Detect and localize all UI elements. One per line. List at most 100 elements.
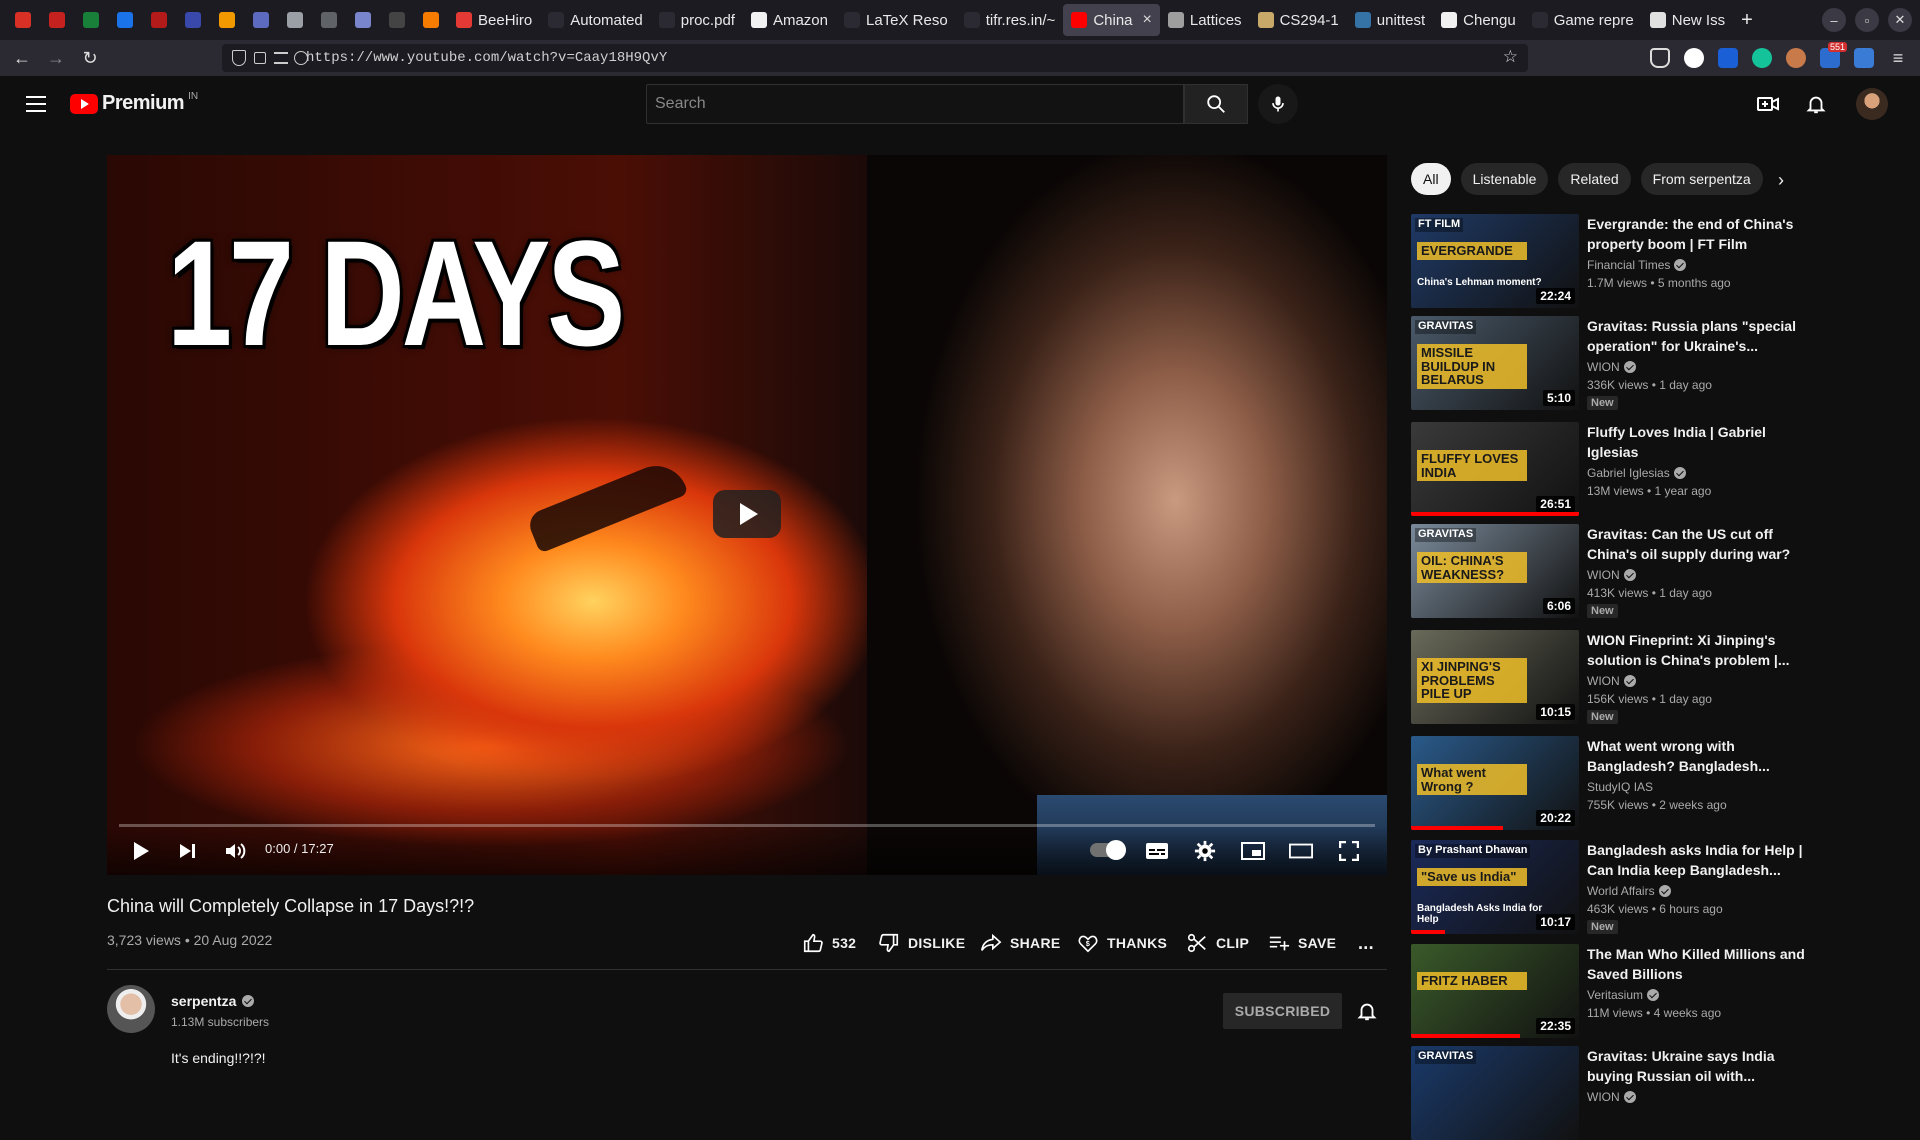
extension-shield-icon[interactable] xyxy=(1718,48,1738,68)
subscribe-button[interactable]: SUBSCRIBED xyxy=(1223,993,1342,1029)
large-play-button[interactable] xyxy=(713,490,781,538)
url-text[interactable]: https://www.youtube.com/watch?v=Caay18H9… xyxy=(306,50,667,66)
extension-avatar-icon[interactable] xyxy=(1786,48,1806,68)
recommended-video[interactable]: FRITZ HABER 22:35 The Man Who Killed Mill… xyxy=(1411,944,1811,1038)
pocket-icon[interactable] xyxy=(1650,48,1670,68)
minimize-window-button[interactable]: – xyxy=(1822,8,1846,32)
search-input[interactable]: Search xyxy=(646,84,1184,124)
filter-chip[interactable]: From serpentza xyxy=(1640,163,1763,195)
search-button[interactable] xyxy=(1184,84,1248,124)
guide-menu-icon[interactable] xyxy=(24,92,48,116)
browser-tab[interactable] xyxy=(244,4,278,36)
recommended-thumbnail[interactable]: FLUFFY LOVES INDIA 26:51 xyxy=(1411,422,1579,516)
grammarly-icon[interactable] xyxy=(1752,48,1772,68)
recommended-video[interactable]: FLUFFY LOVES INDIA 26:51 Fluffy Loves Ind… xyxy=(1411,422,1811,516)
recommended-title[interactable]: WION Fineprint: Xi Jinping's solution is… xyxy=(1587,630,1811,670)
tab-close-icon[interactable]: × xyxy=(1143,11,1152,29)
recommended-title[interactable]: Gravitas: Russia plans "special operatio… xyxy=(1587,316,1811,356)
autoplay-toggle[interactable] xyxy=(1090,840,1126,860)
recommended-title[interactable]: The Man Who Killed Millions and Saved Bi… xyxy=(1587,944,1811,984)
browser-tab[interactable]: proc.pdf xyxy=(651,4,743,36)
channel-avatar[interactable] xyxy=(107,985,155,1033)
browser-tab[interactable] xyxy=(142,4,176,36)
recommended-thumbnail[interactable]: XI JINPING'S PROBLEMS PILE UP 10:15 xyxy=(1411,630,1579,724)
app-menu-icon[interactable]: ≡ xyxy=(1886,46,1910,70)
like-button[interactable]: 532 xyxy=(802,930,856,956)
restore-window-button[interactable]: ▫ xyxy=(1855,8,1879,32)
back-icon[interactable]: ← xyxy=(10,46,34,70)
browser-tab[interactable]: BeeHiro xyxy=(448,4,540,36)
browser-tab[interactable] xyxy=(210,4,244,36)
extension-screen-icon[interactable] xyxy=(1854,48,1874,68)
recommended-video[interactable]: GRAVITAS MISSILE BUILDUP IN BELARUS 5:10 G… xyxy=(1411,316,1811,410)
recommended-title[interactable]: What went wrong with Bangladesh? Banglad… xyxy=(1587,736,1811,776)
browser-tab[interactable] xyxy=(108,4,142,36)
subtitles-icon[interactable] xyxy=(1145,839,1169,863)
miniplayer-icon[interactable] xyxy=(1241,839,1265,863)
browser-tab[interactable] xyxy=(414,4,448,36)
bookmark-star-icon[interactable]: ☆ xyxy=(1503,47,1518,67)
more-actions-icon[interactable]: ... xyxy=(1358,930,1374,956)
new-tab-button[interactable]: + xyxy=(1733,4,1761,36)
volume-icon[interactable] xyxy=(223,839,247,863)
youtube-premium-logo[interactable]: Premium IN xyxy=(70,91,198,115)
browser-tab[interactable]: LaTeX Reso xyxy=(836,4,956,36)
recommended-video[interactable]: By Prashant Dhawan "Save us India" Banglad… xyxy=(1411,840,1811,934)
save-button[interactable]: SAVE xyxy=(1268,930,1336,956)
recommended-thumbnail[interactable]: GRAVITAS OIL: CHINA'S WEAKNESS? 6:06 xyxy=(1411,524,1579,618)
close-window-button[interactable]: ✕ xyxy=(1888,8,1912,32)
browser-tab[interactable] xyxy=(312,4,346,36)
channel-notification-bell-icon[interactable] xyxy=(1356,1000,1378,1022)
recommended-video[interactable]: FT FILM EVERGRANDE China's Lehman moment? 2… xyxy=(1411,214,1811,308)
address-bar[interactable]: https://www.youtube.com/watch?v=Caay18H9… xyxy=(222,44,1528,72)
recommended-title[interactable]: Fluffy Loves India | Gabriel Iglesias xyxy=(1587,422,1811,462)
extension-d-icon[interactable] xyxy=(1684,48,1704,68)
browser-tab[interactable] xyxy=(74,4,108,36)
shield-icon[interactable] xyxy=(232,50,246,66)
browser-tab[interactable] xyxy=(380,4,414,36)
filter-chip[interactable]: Related xyxy=(1558,163,1631,195)
account-avatar[interactable] xyxy=(1856,88,1888,120)
recommended-thumbnail[interactable]: What went Wrong ? 20:22 xyxy=(1411,736,1579,830)
browser-tab[interactable]: New Iss xyxy=(1642,4,1733,36)
dislike-button[interactable]: DISLIKE xyxy=(878,930,965,956)
forward-icon[interactable]: → xyxy=(44,46,68,70)
clip-button[interactable]: CLIP xyxy=(1186,930,1249,956)
voice-search-button[interactable] xyxy=(1258,84,1298,124)
recommended-title[interactable]: Evergrande: the end of China's property … xyxy=(1587,214,1811,254)
browser-tab[interactable] xyxy=(40,4,74,36)
browser-tab[interactable]: Amazon xyxy=(743,4,836,36)
ublock-icon[interactable]: 551 xyxy=(1820,42,1848,68)
recommended-thumbnail[interactable]: FRITZ HABER 22:35 xyxy=(1411,944,1579,1038)
chevron-right-icon[interactable]: › xyxy=(1778,170,1784,191)
browser-tab[interactable] xyxy=(278,4,312,36)
permissions-icon[interactable] xyxy=(274,52,288,64)
lock-icon[interactable] xyxy=(254,52,266,64)
reload-icon[interactable]: ↻ xyxy=(78,46,102,70)
next-video-icon[interactable] xyxy=(175,839,199,863)
notifications-bell-icon[interactable] xyxy=(1804,92,1828,116)
tracking-icon[interactable] xyxy=(294,51,308,65)
filter-chip[interactable]: All xyxy=(1411,163,1451,195)
settings-gear-icon[interactable] xyxy=(1193,839,1217,863)
browser-tab[interactable] xyxy=(6,4,40,36)
browser-tab[interactable] xyxy=(346,4,380,36)
browser-tab[interactable]: Lattices xyxy=(1160,4,1250,36)
recommended-video[interactable]: XI JINPING'S PROBLEMS PILE UP 10:15 WION … xyxy=(1411,630,1811,724)
recommended-thumbnail[interactable]: FT FILM EVERGRANDE China's Lehman moment? 2… xyxy=(1411,214,1579,308)
browser-tab[interactable]: Chengu xyxy=(1433,4,1524,36)
create-video-icon[interactable] xyxy=(1756,92,1780,116)
recommended-title[interactable]: Gravitas: Ukraine says India buying Russ… xyxy=(1587,1046,1811,1086)
share-button[interactable]: SHARE xyxy=(980,930,1061,956)
channel-name-row[interactable]: serpentza xyxy=(171,993,255,1009)
recommended-title[interactable]: Bangladesh asks India for Help | Can Ind… xyxy=(1587,840,1811,880)
thanks-button[interactable]: $ THANKS xyxy=(1077,930,1167,956)
recommended-title[interactable]: Gravitas: Can the US cut off China's oil… xyxy=(1587,524,1811,564)
video-player[interactable]: 17 DAYS 0:00 / 17:27 xyxy=(107,155,1387,875)
filter-chip[interactable]: Listenable xyxy=(1460,163,1549,195)
browser-tab[interactable] xyxy=(176,4,210,36)
recommended-thumbnail[interactable]: GRAVITAS MISSILE BUILDUP IN BELARUS 5:10 xyxy=(1411,316,1579,410)
recommended-video[interactable]: GRAVITAS Gravitas: Ukraine says India bu… xyxy=(1411,1046,1811,1140)
browser-tab[interactable]: tifr.res.in/~ xyxy=(956,4,1064,36)
browser-tab[interactable]: China × xyxy=(1063,4,1160,36)
